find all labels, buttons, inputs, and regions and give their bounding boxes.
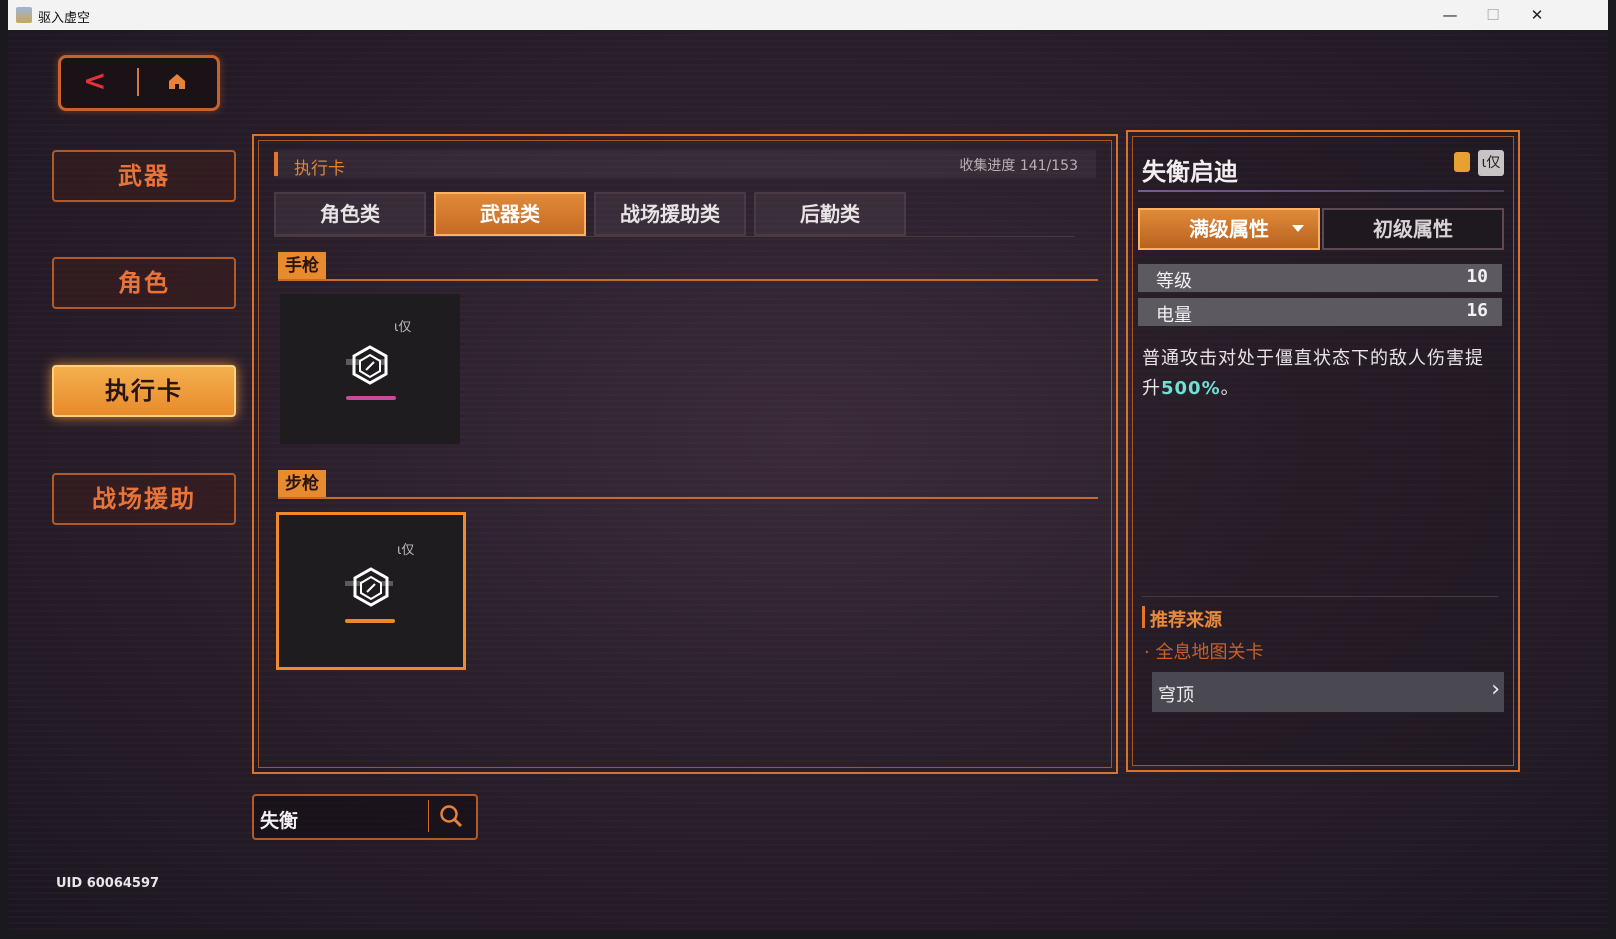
tab-battlefield-support[interactable]: 战场援助类 — [594, 192, 746, 236]
app-icon — [16, 7, 32, 23]
tab-character[interactable]: 角色类 — [274, 192, 426, 236]
card-tag: ι仅 — [394, 320, 412, 335]
source-category-label: 全息地图关卡 — [1155, 642, 1264, 663]
chevron-right-icon: › — [1491, 677, 1500, 702]
card-tag: ι仅 — [397, 543, 415, 558]
maximize-button[interactable]: ☐ — [1478, 4, 1508, 26]
card-name: 失衡启迪 — [1142, 158, 1238, 186]
search-input[interactable]: 失衡 — [260, 806, 298, 833]
card-detail-panel: 失衡启迪 ι仅 满级属性 初级属性 等级 10 电量 16 普通攻击对处于僵直状… — [1126, 130, 1520, 772]
user-id: UID 60064597 — [56, 876, 160, 891]
source-item-label: 穹顶 — [1158, 685, 1194, 706]
panel-title: 执行卡 — [294, 159, 345, 179]
card-glow — [345, 619, 395, 623]
tab-logistics[interactable]: 后勤类 — [754, 192, 906, 236]
home-icon[interactable] — [167, 71, 187, 91]
dropdown-arrow-icon — [1292, 225, 1304, 232]
close-button[interactable]: ✕ — [1522, 4, 1552, 26]
section-divider — [278, 279, 1098, 281]
stat-value: 16 — [1466, 300, 1488, 321]
stat-row-energy: 电量 16 — [1138, 298, 1502, 326]
desc-highlight: 500% — [1161, 378, 1221, 399]
source-divider — [1142, 596, 1498, 597]
back-button[interactable]: < — [83, 66, 106, 96]
hexagon-card-icon — [346, 345, 388, 385]
card-pistol[interactable]: ι仅 — [280, 294, 460, 444]
sidebar-item-weapons[interactable]: 武器 — [52, 150, 236, 202]
name-underline — [1138, 190, 1504, 192]
search-divider — [428, 800, 429, 832]
sidebar-item-support[interactable]: 战场援助 — [52, 473, 236, 525]
rarity-badge-icon — [1454, 152, 1470, 172]
minimize-button[interactable]: — — [1435, 4, 1465, 26]
source-title: 推荐来源 — [1150, 610, 1222, 631]
section-label-rifle: 步枪 — [278, 470, 326, 498]
search-box[interactable]: 失衡 — [252, 794, 478, 840]
source-category: · 全息地图关卡 — [1144, 642, 1264, 663]
stat-value: 10 — [1466, 266, 1488, 287]
card-description: 普通攻击对处于僵直状态下的敌人伤害提升500%。 — [1142, 344, 1502, 404]
tabs-divider — [274, 236, 1074, 237]
hexagon-card-icon — [345, 567, 393, 607]
source-item[interactable]: 穹顶 › — [1152, 672, 1504, 712]
collection-progress: 收集进度 141/153 — [959, 158, 1078, 174]
stat-label: 等级 — [1156, 271, 1192, 292]
base-attr-tab[interactable]: 初级属性 — [1322, 208, 1504, 250]
window-title: 驱入虚空 — [38, 11, 91, 26]
section-label-pistol: 手枪 — [278, 252, 326, 280]
nav-bar: < — [58, 55, 220, 111]
stat-label: 电量 — [1156, 305, 1192, 326]
app-window: 驱入虚空 — ☐ ✕ < 武器 角色 执行卡 战场援助 执行卡 收集进度 141… — [8, 0, 1608, 930]
panel-header: 执行卡 收集进度 141/153 — [274, 150, 1096, 179]
nav-divider — [137, 68, 139, 96]
game-area: < 武器 角色 执行卡 战场援助 执行卡 收集进度 141/153 角色类 武器… — [8, 30, 1608, 930]
stat-row-level: 等级 10 — [1138, 264, 1502, 292]
title-bar: 驱入虚空 — ☐ ✕ — [8, 0, 1608, 30]
sidebar-item-characters[interactable]: 角色 — [52, 257, 236, 309]
card-list-panel: 执行卡 收集进度 141/153 角色类 武器类 战场援助类 后勤类 手枪 ι仅 — [252, 134, 1118, 774]
card-glow — [346, 396, 396, 400]
section-divider — [278, 497, 1098, 499]
card-badge: ι仅 — [1478, 150, 1504, 176]
tab-weapon[interactable]: 武器类 — [434, 192, 586, 236]
header-accent — [274, 152, 278, 176]
card-rifle[interactable]: ι仅 — [276, 512, 466, 670]
sidebar-item-cards[interactable]: 执行卡 — [52, 365, 236, 417]
desc-end: 。 — [1220, 378, 1240, 399]
search-icon[interactable] — [438, 803, 464, 829]
full-level-attr-dropdown[interactable]: 满级属性 — [1138, 208, 1320, 250]
full-level-attr-label: 满级属性 — [1189, 217, 1269, 241]
source-accent — [1142, 606, 1145, 628]
